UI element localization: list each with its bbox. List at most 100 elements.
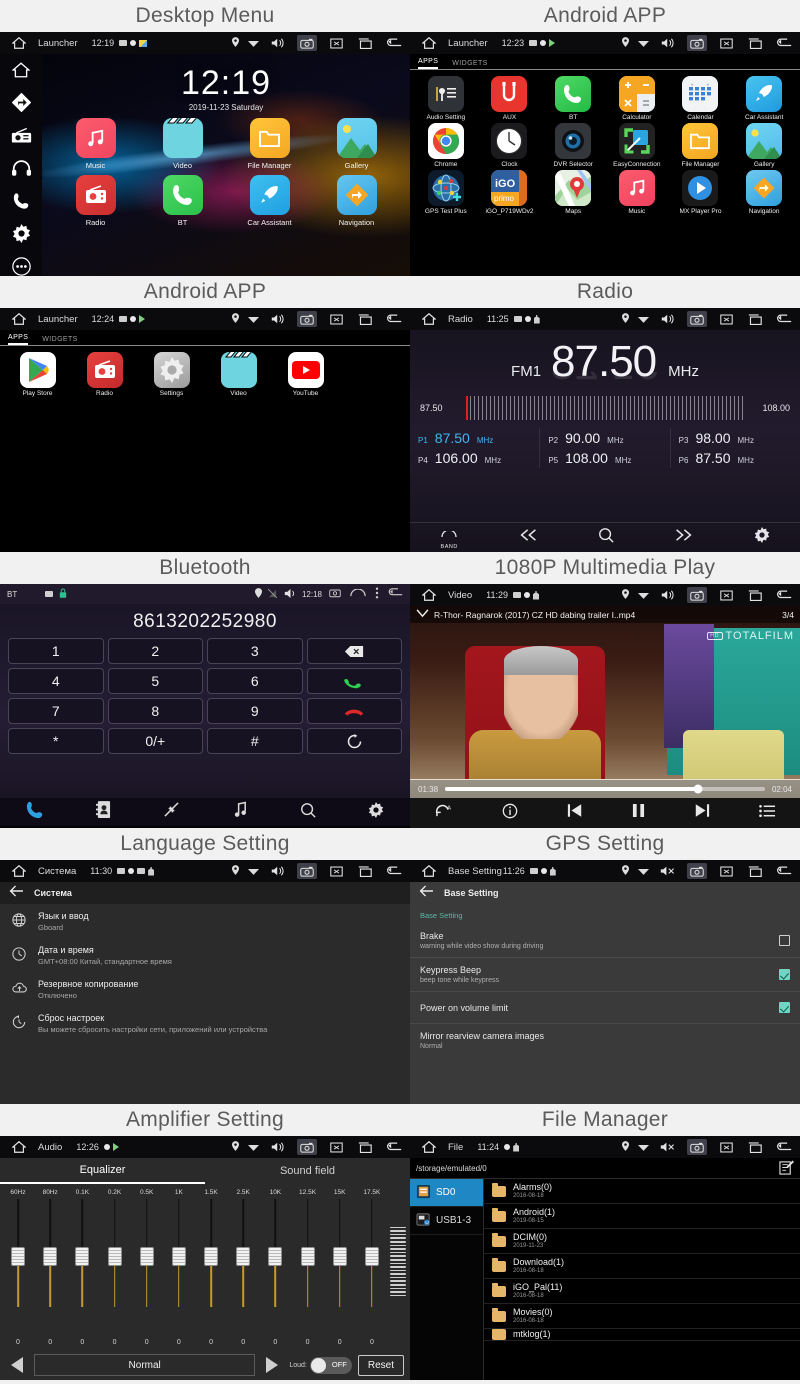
radio-tuning-scale[interactable]: 87.50 108.00: [410, 394, 800, 422]
prev-button[interactable]: [519, 528, 538, 547]
file-row[interactable]: Download(1) 2016-08-18: [484, 1254, 800, 1279]
desktop-app-gallery[interactable]: Gallery: [326, 118, 388, 170]
overflow-menu-icon[interactable]: [375, 587, 379, 601]
eq-band[interactable]: 0.2K 0: [101, 1189, 129, 1334]
key-4[interactable]: 4: [8, 668, 104, 694]
desktop-app-video[interactable]: Video: [152, 118, 214, 170]
home-icon[interactable]: [350, 589, 366, 599]
close-icon[interactable]: [326, 311, 346, 327]
eq-slider-grip[interactable]: [268, 1247, 282, 1266]
recent-apps-icon[interactable]: [745, 587, 765, 603]
file-row[interactable]: Movies(0) 2016-08-18: [484, 1304, 800, 1329]
drawer-app-gps-test-plus[interactable]: GPS Test Plus: [414, 170, 478, 215]
desktop-app-bt[interactable]: BT: [152, 175, 214, 227]
file-row[interactable]: mtklog(1): [484, 1329, 800, 1341]
home-icon[interactable]: [416, 313, 442, 325]
home-icon[interactable]: [6, 865, 32, 877]
desktop-app-file-manager[interactable]: File Manager: [239, 118, 301, 170]
close-icon[interactable]: [716, 311, 736, 327]
home-icon[interactable]: [10, 60, 32, 80]
back-icon[interactable]: [774, 1139, 794, 1155]
screenshot-icon[interactable]: [687, 863, 707, 879]
recent-apps-icon[interactable]: [355, 1139, 375, 1155]
drawer-app-radio[interactable]: Radio: [71, 352, 138, 397]
volume-icon[interactable]: [658, 35, 678, 51]
home-icon[interactable]: [416, 865, 442, 877]
contacts-icon[interactable]: [96, 801, 111, 823]
desktop-app-navigation[interactable]: Navigation: [326, 175, 388, 227]
video-seek-knob[interactable]: [693, 785, 702, 794]
storage-device-sd0[interactable]: SD0: [410, 1179, 483, 1207]
home-icon[interactable]: [416, 37, 442, 49]
base-setting-row-power-on-volume-limit[interactable]: Power on volume limit: [410, 991, 800, 1023]
volume-mute-icon[interactable]: [658, 1139, 678, 1155]
drawer-app-settings[interactable]: Settings: [138, 352, 205, 397]
recent-apps-icon[interactable]: [745, 863, 765, 879]
home-icon[interactable]: [416, 1141, 442, 1153]
recent-apps-icon[interactable]: [745, 311, 765, 327]
drawer-app-car-assistant[interactable]: Car Assistant: [732, 76, 796, 121]
storage-device-usb[interactable]: U USB1-3: [410, 1207, 483, 1235]
settings-icon[interactable]: [10, 224, 32, 244]
backspace-button[interactable]: [307, 638, 403, 664]
eq-slider[interactable]: [75, 1199, 89, 1307]
radio-preset-p3[interactable]: P3 98.00 MHz: [671, 428, 800, 448]
loudness-control[interactable]: Loud: OFF: [289, 1357, 352, 1374]
call-button[interactable]: [307, 668, 403, 694]
preset-name[interactable]: Normal: [34, 1354, 255, 1376]
settings-row-datetime[interactable]: Дата и время GMT+08:00 Китай, стандартно…: [0, 938, 410, 972]
drawer-app-file-manager[interactable]: File Manager: [669, 123, 733, 168]
eq-slider[interactable]: [333, 1199, 347, 1307]
key-hash[interactable]: #: [207, 728, 303, 754]
drawer-app-aux[interactable]: AUX: [478, 76, 542, 121]
screenshot-icon[interactable]: [687, 1139, 707, 1155]
screenshot-icon[interactable]: [687, 35, 707, 51]
drawer-app-music[interactable]: Music: [605, 170, 669, 215]
loudness-toggle[interactable]: OFF: [310, 1357, 352, 1374]
drawer-app-easyconnection[interactable]: EasyConnection: [605, 123, 669, 168]
key-1[interactable]: 1: [8, 638, 104, 664]
drawer-app-navigation[interactable]: Navigation: [732, 170, 796, 215]
tab-sound-field[interactable]: Sound field: [205, 1158, 410, 1184]
drawer-app-dvr-selector[interactable]: DVR Selector: [541, 123, 605, 168]
file-row[interactable]: DCIM(0) 2019-11-23: [484, 1229, 800, 1254]
key-9[interactable]: 9: [207, 698, 303, 724]
eq-slider[interactable]: [140, 1199, 154, 1307]
back-arrow-icon[interactable]: [419, 884, 434, 902]
eq-slider-grip[interactable]: [204, 1247, 218, 1266]
desktop-app-radio[interactable]: Radio: [65, 175, 127, 227]
back-icon[interactable]: [384, 863, 404, 879]
power-on-volume-limit-checkbox[interactable]: [779, 1002, 790, 1013]
radio-preset-p4[interactable]: P4 106.00 MHz: [410, 448, 540, 468]
drawer-app-clock[interactable]: Clock: [478, 123, 542, 168]
keypress-beep-checkbox[interactable]: [779, 969, 790, 980]
reset-button[interactable]: Reset: [358, 1355, 404, 1376]
volume-mute-icon[interactable]: [658, 863, 678, 879]
eq-slider[interactable]: [108, 1199, 122, 1307]
desktop-app-music[interactable]: Music: [65, 118, 127, 170]
back-icon[interactable]: [774, 587, 794, 603]
home-icon[interactable]: [6, 1141, 32, 1153]
search-icon[interactable]: [300, 802, 316, 823]
radio-dial[interactable]: [466, 396, 744, 420]
drawer-app-igo[interactable]: iGOprimo iGO_P719WDv2: [478, 170, 542, 215]
volume-icon[interactable]: [268, 1139, 288, 1155]
back-icon[interactable]: [774, 863, 794, 879]
key-5[interactable]: 5: [108, 668, 204, 694]
volume-icon[interactable]: [268, 863, 288, 879]
desktop-app-car-assistant[interactable]: Car Assistant: [239, 175, 301, 227]
settings-row-reset[interactable]: Сброс настроек Вы можете сбросить настро…: [0, 1006, 410, 1040]
eq-slider[interactable]: [11, 1199, 25, 1307]
eq-slider[interactable]: [236, 1199, 250, 1307]
drawer-app-calculator[interactable]: Calculator: [605, 76, 669, 121]
screenshot-icon[interactable]: [297, 1139, 317, 1155]
tab-widgets[interactable]: WIDGETS: [452, 60, 487, 69]
next-button[interactable]: [674, 528, 693, 547]
volume-icon[interactable]: [284, 588, 297, 601]
back-icon[interactable]: [384, 1139, 404, 1155]
volume-icon[interactable]: [658, 587, 678, 603]
eq-slider[interactable]: [365, 1199, 379, 1307]
preset-prev-button[interactable]: [6, 1356, 28, 1374]
recent-apps-icon[interactable]: [355, 863, 375, 879]
previous-icon[interactable]: [567, 803, 583, 823]
